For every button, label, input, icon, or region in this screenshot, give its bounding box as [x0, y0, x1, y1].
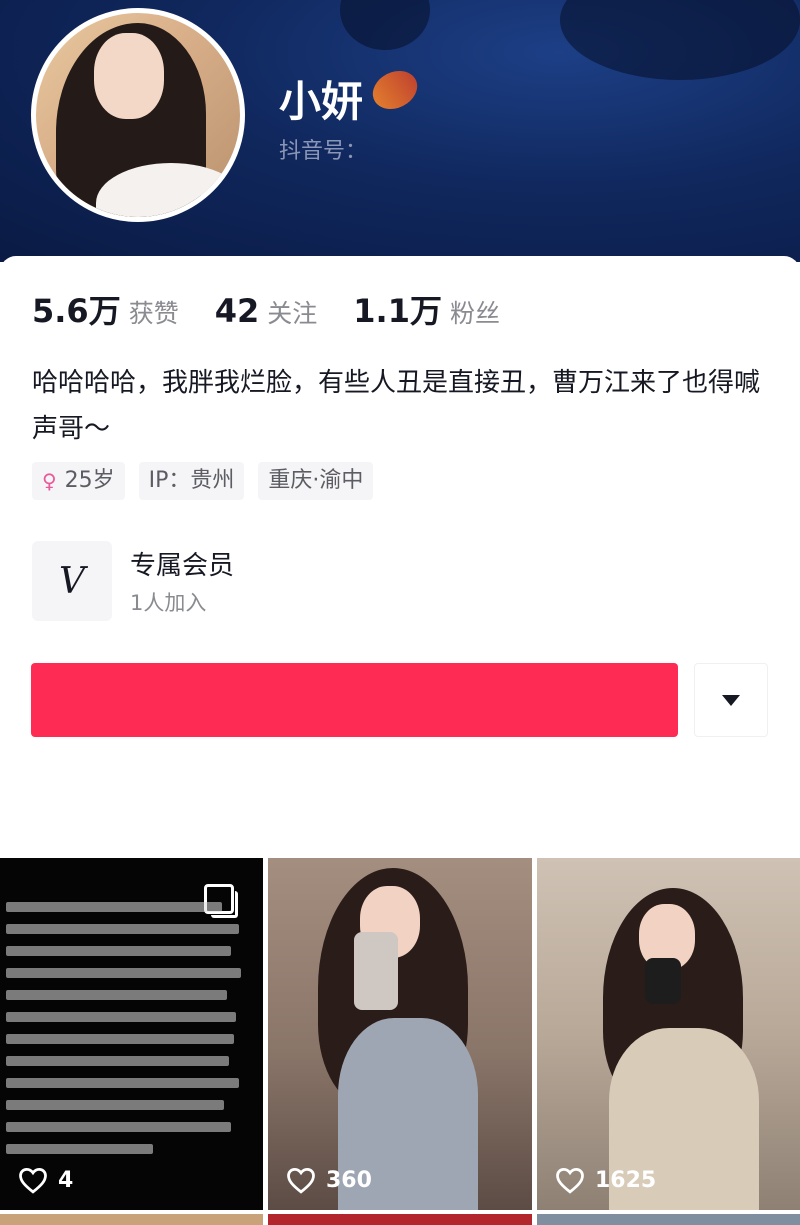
stat-following-value: 42: [214, 292, 260, 330]
heart-icon: [556, 1167, 584, 1194]
stat-likes-value: 5.6万: [32, 292, 121, 330]
post-likes: 1625: [555, 1166, 656, 1194]
profile-banner: 小妍 抖音号：: [0, 0, 800, 262]
member-count: 1人加入: [130, 591, 207, 615]
caret-down-icon: [722, 694, 740, 706]
ip-text: IP：贵州: [148, 468, 235, 493]
heart-icon: [19, 1167, 47, 1194]
username: 小妍: [279, 77, 364, 126]
bio-text: 哈哈哈哈，我胖我烂脸，有些人丑是直接丑，曹万江来了也得喊声哥～: [32, 368, 761, 444]
sweet-potato-emoji-icon: [365, 62, 425, 118]
stat-likes-label: 获赞: [128, 299, 179, 328]
age-tag: ♀ 25岁: [32, 462, 125, 500]
member-logo-icon: V: [32, 541, 112, 621]
post-likes: 4: [18, 1166, 73, 1194]
member-title: 专属会员: [130, 551, 235, 581]
location-text: 重庆·渝中: [268, 468, 364, 493]
post-photo: [537, 858, 800, 1210]
post-thumbnail[interactable]: 4: [0, 858, 263, 1210]
profile-tags: ♀ 25岁 IP：贵州 重庆·渝中: [32, 462, 387, 500]
ip-tag: IP：贵州: [138, 462, 245, 500]
palm-silhouette: [560, 0, 800, 80]
palm-silhouette: [340, 0, 430, 50]
stat-followers-value: 1.1万: [353, 292, 442, 330]
stat-followers-label: 粉丝: [449, 299, 500, 328]
stat-followers[interactable]: 1.1万 粉丝: [353, 286, 500, 332]
posts-grid: 4 360 1625: [0, 858, 800, 1225]
avatar[interactable]: [31, 8, 245, 222]
stat-following-label: 关注: [267, 299, 318, 328]
post-likes-count: 4: [58, 1167, 74, 1193]
stats-row: 5.6万 获赞 42 关注 1.1万 粉丝: [32, 286, 536, 332]
location-tag: 重庆·渝中: [258, 462, 374, 500]
post-likes: 360: [286, 1166, 372, 1194]
stat-following[interactable]: 42 关注: [215, 292, 318, 330]
next-row-thumbnails: [0, 1214, 800, 1225]
follow-button[interactable]: [31, 663, 678, 737]
post-photo: [268, 858, 532, 1210]
exclusive-member-entry[interactable]: V 专属会员 1人加入: [32, 541, 772, 621]
post-thumbnail[interactable]: 360: [268, 858, 532, 1210]
post-thumbnail[interactable]: 1625: [537, 858, 800, 1210]
post-likes-count: 360: [326, 1167, 372, 1193]
heart-icon: [287, 1167, 315, 1194]
more-options-button[interactable]: [694, 663, 768, 737]
post-likes-count: 1625: [595, 1167, 657, 1193]
age-text: 25岁: [64, 468, 115, 493]
stat-likes[interactable]: 5.6万 获赞: [32, 286, 179, 332]
douyin-id: 抖音号：: [279, 139, 368, 164]
text-image-content: [6, 902, 251, 1166]
female-icon: ♀: [42, 469, 57, 493]
